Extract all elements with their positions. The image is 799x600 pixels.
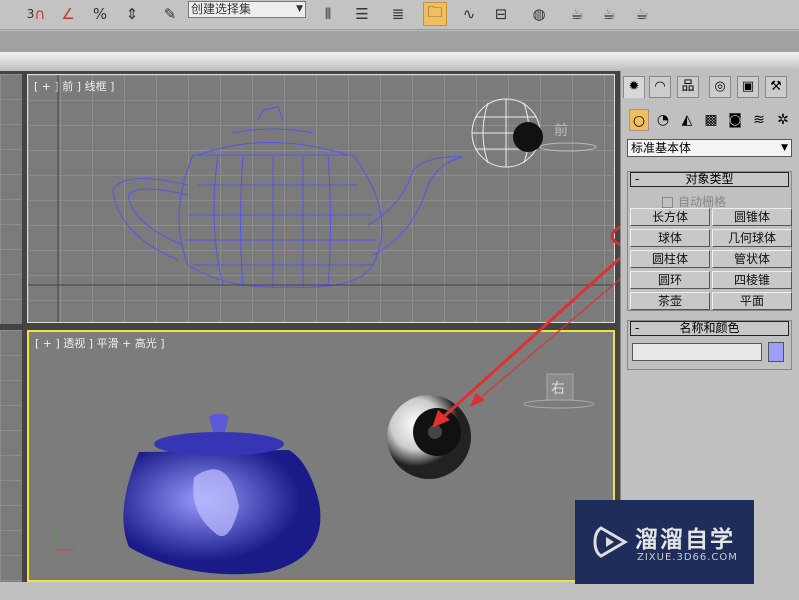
box-button[interactable]: 长方体 [630,208,710,226]
rollout-header[interactable]: - 名称和颜色 [630,321,789,336]
utilities-icon[interactable]: ⚒ [765,76,787,98]
geometry-icon[interactable]: ○ [629,109,649,131]
sphere-button[interactable]: 球体 [630,229,710,247]
scene-perspective: 右 [53,373,595,575]
mirror-icon[interactable]: ⫴ [316,2,340,26]
systems-icon[interactable]: ✲ [773,109,793,131]
object-name-input[interactable] [632,343,762,361]
viewcube-front: 前 [554,122,568,139]
material-editor-icon[interactable]: ◍ [527,2,551,26]
cylinder-button[interactable]: 圆柱体 [630,250,710,268]
rollout-title: 名称和颜色 [679,321,740,335]
layer-manager-icon[interactable]: ≣ [386,2,410,26]
rendered-frame-icon[interactable]: ☕ [597,2,621,26]
modify-icon[interactable]: ◠ [649,76,671,98]
display-icon[interactable]: ▣ [737,76,759,98]
spinner-snap-icon[interactable]: ⇕ [120,2,144,26]
viewport-top-left[interactable] [0,74,22,324]
watermark-url: ZIXUE.3D66.COM [637,552,738,563]
align-icon[interactable]: ☰ [350,2,374,26]
viewport-bottom-left[interactable] [0,330,22,582]
hierarchy-icon[interactable]: 品 [677,76,699,98]
lights-icon[interactable]: ◭ [677,109,697,131]
watermark-title: 溜溜自学 [635,527,735,553]
name-color-rollout: - 名称和颜色 [627,320,792,370]
snap-label: 3 [26,7,35,21]
chevron-down-icon: ▼ [781,143,788,153]
ribbon-area [0,31,799,52]
main-toolbar: 3 ∩ ∠ % ⇕ ✎ 创建选择集 ▼ ⫴ ☰ ≣ 🗀 ∿ ⊟ ◍ ☕ ☕ ☕ [0,0,799,30]
status-bar [0,582,799,600]
scene-explorer-icon[interactable]: 🗀 [423,2,447,26]
spacewarps-icon[interactable]: ≋ [749,109,769,131]
cameras-icon[interactable]: ▩ [701,109,721,131]
plane-button[interactable]: 平面 [712,292,792,310]
primitive-type-dropdown[interactable]: 标准基本体 ▼ [627,139,792,157]
object-type-rollout: - 对象类型 自动栅格 长方体 圆锥体 球体 几何球体 圆柱体 管状体 圆环 四棱… [627,171,792,311]
quick-render-icon[interactable]: ☕ [630,2,654,26]
motion-icon[interactable]: ◎ [709,76,731,98]
rollout-title: 对象类型 [685,172,734,186]
percent-snap-icon[interactable]: % [88,2,112,26]
torus-button[interactable]: 圆环 [630,271,710,289]
teapot-button[interactable]: 茶壶 [630,292,710,310]
shapes-icon[interactable]: ◔ [653,109,673,131]
viewport-front[interactable]: [ + ] 前 ] 线框 ] 前 [27,74,615,323]
geosphere-button[interactable]: 几何球体 [712,229,792,247]
tube-button[interactable]: 管状体 [712,250,792,268]
viewcube-right: 右 [551,381,565,397]
chevron-down-icon: ▼ [296,4,303,14]
render-setup-icon[interactable]: ☕ [565,2,589,26]
watermark-logo: 溜溜自学 ZIXUE.3D66.COM [575,500,754,584]
create-icon[interactable]: ✹ [623,76,645,98]
snap-3d-icon[interactable]: 3 ∩ [24,2,48,26]
angle-snap-icon[interactable]: ∠ [56,2,80,26]
primitive-type-value: 标准基本体 [631,141,692,155]
object-color-swatch[interactable] [768,342,784,362]
pyramid-button[interactable]: 四棱锥 [712,271,792,289]
curve-editor-icon[interactable]: ∿ [457,2,481,26]
edit-named-selection-icon[interactable]: ✎ [158,2,182,26]
ribbon-strip [0,52,799,71]
autogrid-label: 自动栅格 [678,195,727,209]
schematic-view-icon[interactable]: ⊟ [489,2,513,26]
helpers-icon[interactable]: ◙ [725,109,745,131]
viewport-perspective[interactable]: [ + ] 透视 ] 平滑 + 高光 ] 右 [27,330,615,582]
teapot-wireframe: 前 [28,75,614,322]
rollout-header[interactable]: - 对象类型 [630,172,789,187]
play-logo-icon [593,526,628,558]
named-selection-dropdown[interactable]: 创建选择集 ▼ [188,1,306,18]
cone-button[interactable]: 圆锥体 [712,208,792,226]
selection-set-value: 创建选择集 [191,2,252,16]
